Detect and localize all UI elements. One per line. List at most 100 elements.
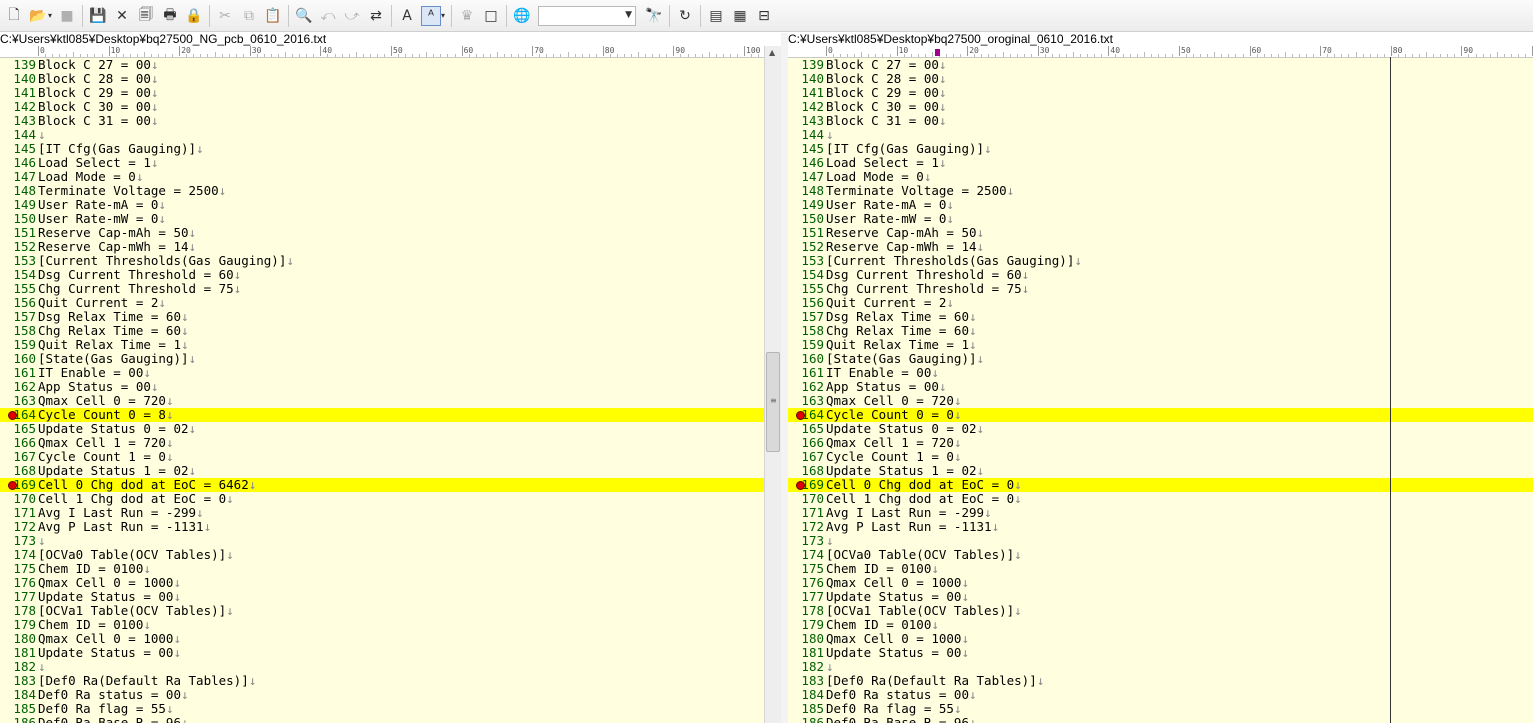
text-line[interactable]: 144 ↓	[0, 128, 764, 142]
diff-line[interactable]: 169 Cell 0 Chg dod at EoC = 0↓	[788, 478, 1533, 492]
text-line[interactable]: 176 Qmax Cell 0 = 1000↓	[788, 576, 1533, 590]
text-line[interactable]: 166 Qmax Cell 1 = 720↓	[788, 436, 1533, 450]
dropdown-caret-icon[interactable]: ▾	[441, 11, 445, 20]
copy-icon[interactable]: ⧉	[239, 6, 259, 26]
text-line[interactable]: 165 Update Status 0 = 02↓	[0, 422, 764, 436]
text-line[interactable]: 143 Block C 31 = 00↓	[788, 114, 1533, 128]
scrollbar-thumb[interactable]: ≡	[766, 352, 780, 452]
text-line[interactable]: 168 Update Status 1 = 02↓	[0, 464, 764, 478]
text-line[interactable]: 151 Reserve Cap-mAh = 50↓	[0, 226, 764, 240]
text-line[interactable]: 165 Update Status 0 = 02↓	[788, 422, 1533, 436]
text-line[interactable]: 162 App Status = 00↓	[0, 380, 764, 394]
crown-icon[interactable]: ♛	[457, 6, 477, 26]
search-icon[interactable]: 🔍	[294, 6, 314, 26]
text-line[interactable]: 186 Def0 Ra Base R = 96↓	[788, 716, 1533, 723]
search-next-icon[interactable]: ⤻	[342, 6, 362, 26]
text-line[interactable]: 145 [IT Cfg(Gas Gauging)]↓	[788, 142, 1533, 156]
text-line[interactable]: 173 ↓	[0, 534, 764, 548]
text-line[interactable]: 163 Qmax Cell 0 = 720↓	[788, 394, 1533, 408]
text-line[interactable]: 148 Terminate Voltage = 2500↓	[0, 184, 764, 198]
text-line[interactable]: 175 Chem ID = 0100↓	[0, 562, 764, 576]
right-text-area[interactable]: 139 Block C 27 = 00↓ 140 Block C 28 = 00↓ 14…	[788, 58, 1533, 723]
text-line[interactable]: 148 Terminate Voltage = 2500↓	[788, 184, 1533, 198]
print-icon[interactable]: 🖶	[160, 6, 180, 26]
text-line[interactable]: 139 Block C 27 = 00↓	[788, 58, 1533, 72]
text-line[interactable]: 181 Update Status = 00↓	[0, 646, 764, 660]
text-line[interactable]: 176 Qmax Cell 0 = 1000↓	[0, 576, 764, 590]
text-line[interactable]: 158 Chg Relax Time = 60↓	[788, 324, 1533, 338]
text-line[interactable]: 185 Def0 Ra flag = 55↓	[788, 702, 1533, 716]
text-line[interactable]: 144 ↓	[788, 128, 1533, 142]
text-line[interactable]: 139 Block C 27 = 00↓	[0, 58, 764, 72]
text-line[interactable]: 180 Qmax Cell 0 = 1000↓	[0, 632, 764, 646]
text-line[interactable]: 159 Quit Relax Time = 1↓	[788, 338, 1533, 352]
text-line[interactable]: 179 Chem ID = 0100↓	[788, 618, 1533, 632]
text-line[interactable]: 172 Avg P Last Run = -1131↓	[0, 520, 764, 534]
text-line[interactable]: 150 User Rate-mW = 0↓	[788, 212, 1533, 226]
dropdown-caret-icon[interactable]: ▾	[48, 11, 52, 20]
text-line[interactable]: 154 Dsg Current Threshold = 60↓	[788, 268, 1533, 282]
text-line[interactable]: 157 Dsg Relax Time = 60↓	[788, 310, 1533, 324]
compare-icon[interactable]: ▤	[706, 6, 726, 26]
text-line[interactable]: 147 Load Mode = 0↓	[788, 170, 1533, 184]
text-line[interactable]: 161 IT Enable = 00↓	[788, 366, 1533, 380]
text-line[interactable]: 153 [Current Thresholds(Gas Gauging)]↓	[0, 254, 764, 268]
close-icon[interactable]: ✕	[112, 6, 132, 26]
text-line[interactable]: 184 Def0 Ra status = 00↓	[0, 688, 764, 702]
text-line[interactable]: 172 Avg P Last Run = -1131↓	[788, 520, 1533, 534]
diff-line[interactable]: 169 Cell 0 Chg dod at EoC = 6462↓	[0, 478, 764, 492]
text-line[interactable]: 146 Load Select = 1↓	[0, 156, 764, 170]
text-line[interactable]: 173 ↓	[788, 534, 1533, 548]
text-line[interactable]: 178 [OCVa1 Table(OCV Tables)]↓	[0, 604, 764, 618]
print-preview-icon[interactable]: 🗐	[136, 6, 156, 26]
text-line[interactable]: 141 Block C 29 = 00↓	[788, 86, 1533, 100]
text-line[interactable]: 142 Block C 30 = 00↓	[788, 100, 1533, 114]
text-line[interactable]: 162 App Status = 00↓	[788, 380, 1533, 394]
cut-icon[interactable]: ✂	[215, 6, 235, 26]
left-text-area[interactable]: 139 Block C 27 = 00↓ 140 Block C 28 = 00↓ 14…	[0, 58, 764, 723]
text-line[interactable]: 157 Dsg Relax Time = 60↓	[0, 310, 764, 324]
text-line[interactable]: 182 ↓	[788, 660, 1533, 674]
text-line[interactable]: 184 Def0 Ra status = 00↓	[788, 688, 1533, 702]
text-line[interactable]: 158 Chg Relax Time = 60↓	[0, 324, 764, 338]
text-line[interactable]: 150 User Rate-mW = 0↓	[0, 212, 764, 226]
new-file-icon[interactable]: 🗋	[4, 6, 24, 26]
text-line[interactable]: 175 Chem ID = 0100↓	[788, 562, 1533, 576]
text-line[interactable]: 153 [Current Thresholds(Gas Gauging)]↓	[788, 254, 1533, 268]
font-color-icon[interactable]: A	[397, 6, 417, 26]
text-line[interactable]: 149 User Rate-mA = 0↓	[788, 198, 1533, 212]
globe-icon[interactable]: 🌐	[512, 6, 532, 26]
text-line[interactable]: 159 Quit Relax Time = 1↓	[0, 338, 764, 352]
text-line[interactable]: 145 [IT Cfg(Gas Gauging)]↓	[0, 142, 764, 156]
text-line[interactable]: 147 Load Mode = 0↓	[0, 170, 764, 184]
text-line[interactable]: 168 Update Status 1 = 02↓	[788, 464, 1533, 478]
text-line[interactable]: 146 Load Select = 1↓	[788, 156, 1533, 170]
text-line[interactable]: 174 [OCVa0 Table(OCV Tables)]↓	[0, 548, 764, 562]
text-line[interactable]: 167 Cycle Count 1 = 0↓	[0, 450, 764, 464]
text-line[interactable]: 178 [OCVa1 Table(OCV Tables)]↓	[788, 604, 1533, 618]
text-line[interactable]: 167 Cycle Count 1 = 0↓	[788, 450, 1533, 464]
text-line[interactable]: 171 Avg I Last Run = -299↓	[788, 506, 1533, 520]
text-line[interactable]: 156 Quit Current = 2↓	[0, 296, 764, 310]
save-disabled-icon[interactable]: ■	[57, 6, 77, 26]
text-line[interactable]: 182 ↓	[0, 660, 764, 674]
text-line[interactable]: 160 [State(Gas Gauging)]↓	[0, 352, 764, 366]
split-icon[interactable]: ⊟	[754, 6, 774, 26]
diff-line[interactable]: 164 Cycle Count 0 = 8↓	[0, 408, 764, 422]
open-file-icon[interactable]: 📂	[28, 6, 48, 26]
text-line[interactable]: 155 Chg Current Threshold = 75↓	[0, 282, 764, 296]
text-line[interactable]: 152 Reserve Cap-mWh = 14↓	[788, 240, 1533, 254]
paste-icon[interactable]: 📋	[263, 6, 283, 26]
spellcheck-icon[interactable]: ᴬ	[421, 5, 442, 26]
reload-icon[interactable]: ↻	[675, 6, 695, 26]
text-line[interactable]: 186 Def0 Ra Base R = 96↓	[0, 716, 764, 723]
text-line[interactable]: 149 User Rate-mA = 0↓	[0, 198, 764, 212]
text-line[interactable]: 170 Cell 1 Chg dod at EoC = 0↓	[0, 492, 764, 506]
text-line[interactable]: 170 Cell 1 Chg dod at EoC = 0↓	[788, 492, 1533, 506]
text-line[interactable]: 179 Chem ID = 0100↓	[0, 618, 764, 632]
search-combo[interactable]: ▼	[538, 5, 637, 26]
text-line[interactable]: 171 Avg I Last Run = -299↓	[0, 506, 764, 520]
text-line[interactable]: 177 Update Status = 00↓	[788, 590, 1533, 604]
text-line[interactable]: 154 Dsg Current Threshold = 60↓	[0, 268, 764, 282]
text-line[interactable]: 180 Qmax Cell 0 = 1000↓	[788, 632, 1533, 646]
